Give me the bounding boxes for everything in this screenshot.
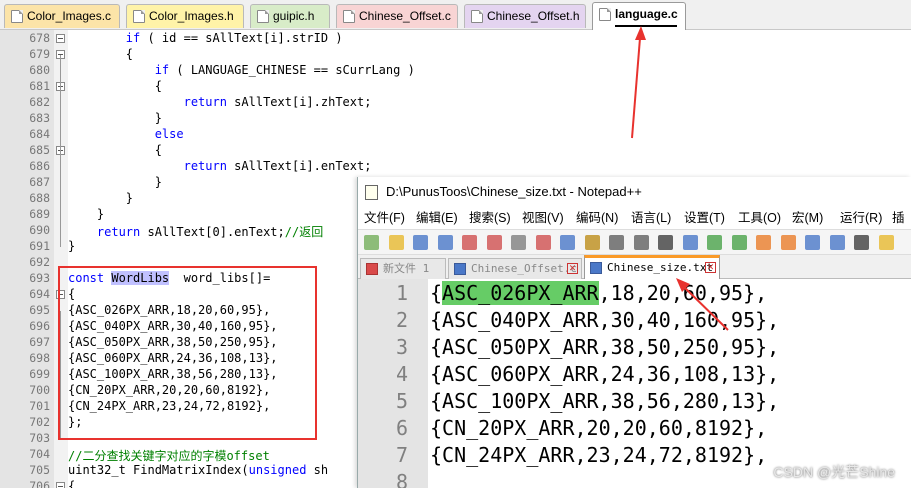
watermark: CSDN @光芒Shine [773,464,895,480]
arrow-head-icon [635,26,646,40]
annotation-arrows [631,26,729,331]
arrow-to-selection [683,286,729,331]
arrow-to-tab [631,37,641,139]
